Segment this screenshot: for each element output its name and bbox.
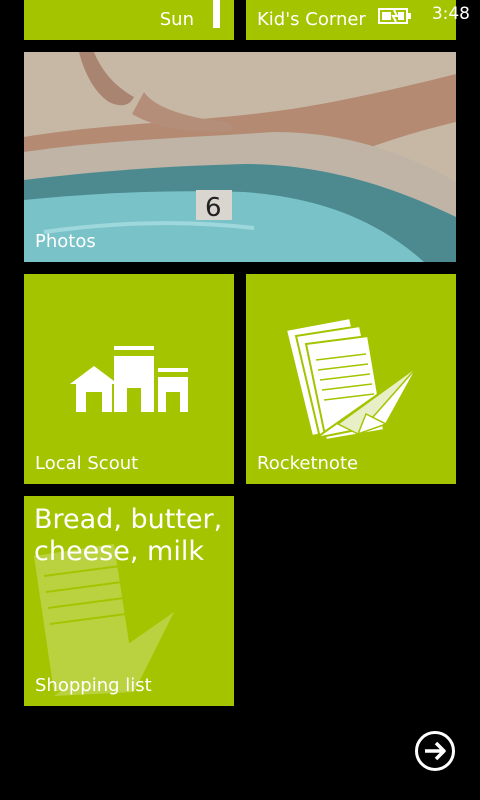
start-screen: 3:48 Sun Kid's Corner 6 Photos Local Sco… bbox=[0, 0, 480, 800]
arrow-right-circle-icon[interactable] bbox=[414, 730, 456, 772]
battery-charging-icon bbox=[378, 8, 411, 24]
tile-shopping-list-label: Shopping list bbox=[35, 675, 152, 696]
tile-shopping-list[interactable]: Bread, butter, cheese, milk Shopping lis… bbox=[24, 496, 234, 706]
tile-local-scout[interactable]: Local Scout bbox=[24, 274, 234, 484]
tile-local-scout-label: Local Scout bbox=[35, 453, 139, 474]
shopping-list-note: Bread, butter, cheese, milk bbox=[34, 504, 223, 567]
status-time: 3:48 bbox=[431, 4, 470, 24]
tile-photos[interactable]: 6 Photos bbox=[24, 52, 456, 262]
svg-text:6: 6 bbox=[205, 193, 222, 223]
tile-rocketnote-label: Rocketnote bbox=[257, 453, 359, 474]
tile-photos-label: Photos bbox=[35, 231, 96, 252]
tile-rocketnote[interactable]: Rocketnote bbox=[246, 274, 456, 484]
status-bar: 3:48 bbox=[0, 0, 480, 32]
